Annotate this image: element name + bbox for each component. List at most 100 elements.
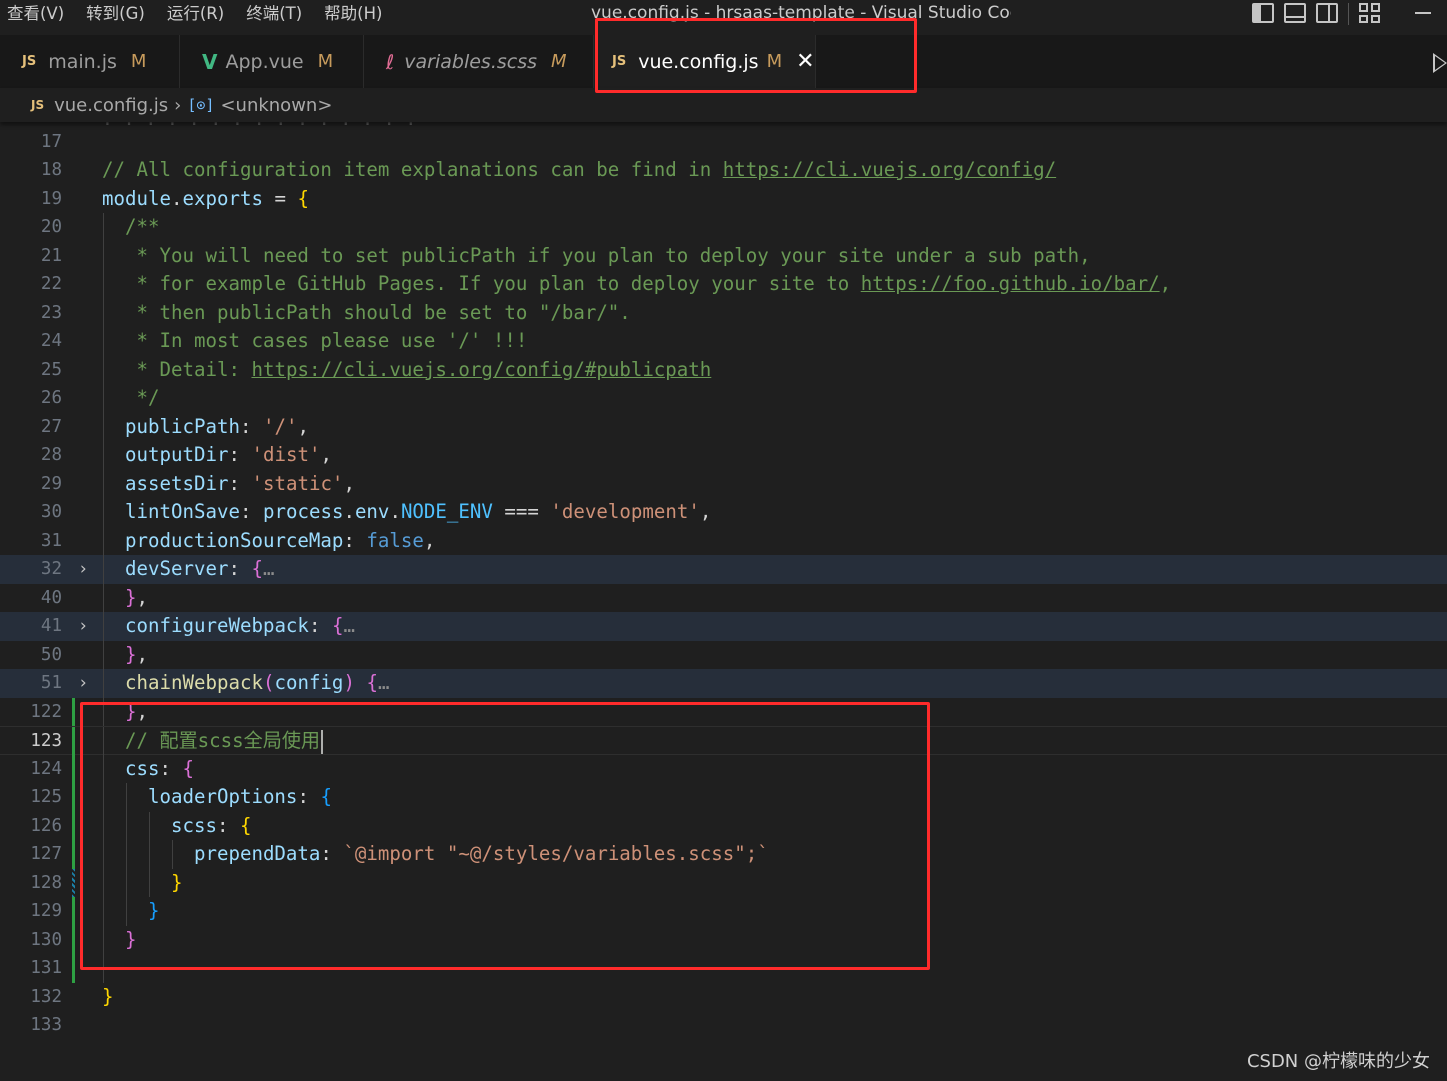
code-line[interactable]: 130 } (0, 925, 1447, 955)
toggle-primary-sidebar-icon[interactable] (1252, 3, 1274, 23)
git-change-bar[interactable] (72, 897, 75, 926)
code-text[interactable]: productionSourceMap: false, (102, 527, 435, 556)
minimize-icon[interactable] (1415, 12, 1431, 14)
code-text[interactable]: * then publicPath should be set to "/bar… (102, 299, 631, 328)
git-change-bar[interactable] (72, 754, 75, 783)
code-line[interactable]: 129 } (0, 897, 1447, 926)
code-text[interactable]: // 配置scss全局使用 (102, 727, 324, 756)
code-line[interactable]: 26 */ (0, 384, 1447, 413)
code-text[interactable]: lintOnSave: process.env.NODE_ENV === 'de… (102, 498, 711, 527)
git-change-bar[interactable] (72, 727, 75, 756)
code-line[interactable]: 128 } (0, 868, 1447, 898)
code-text[interactable]: }, (102, 698, 148, 727)
tab-main-js[interactable]: JS main.js M (0, 35, 180, 88)
code-line[interactable]: 125 loaderOptions: { (0, 783, 1447, 812)
code-line[interactable]: 22 * for example GitHub Pages. If you pl… (0, 270, 1447, 299)
code-text[interactable]: } (102, 897, 160, 926)
line-number: 32 (40, 559, 62, 579)
code-line[interactable]: 40 }, (0, 583, 1447, 613)
code-line[interactable]: 133 (0, 1011, 1447, 1040)
text-cursor (321, 729, 324, 754)
code-text[interactable]: // All configuration item explanations c… (102, 156, 1056, 185)
tab-variables-scss[interactable]: ℓ variables.scss M (364, 35, 594, 88)
code-text[interactable]: chainWebpack(config) {… (102, 669, 389, 698)
breadcrumb-file[interactable]: vue.config.js (54, 95, 168, 116)
code-line[interactable]: 18 // All configuration item explanations… (0, 156, 1447, 185)
code-text[interactable]: configureWebpack: {… (102, 612, 355, 641)
line-number: 28 (40, 445, 62, 465)
code-line[interactable]: 23 * then publicPath should be set to "/… (0, 298, 1447, 328)
code-line[interactable]: 127 prependData: `@import "~@/styles/var… (0, 840, 1447, 869)
modified-badge: M (130, 51, 147, 72)
code-text[interactable]: * for example GitHub Pages. If you plan … (102, 270, 1172, 299)
run-icon[interactable] (1433, 53, 1447, 73)
code-text[interactable]: * In most cases please use '/' !!! (102, 327, 528, 356)
code-text[interactable]: loaderOptions: { (102, 783, 332, 812)
code-line[interactable]: 132} (0, 983, 1447, 1012)
code-line[interactable]: 123 // 配置scss全局使用 (0, 726, 1447, 756)
code-line[interactable]: 29 assetsDir: 'static', (0, 469, 1447, 499)
tab-app-vue[interactable]: V App.vue M (180, 35, 364, 88)
toggle-secondary-sidebar-icon[interactable] (1316, 3, 1338, 23)
code-line[interactable]: 31 productionSourceMap: false, (0, 526, 1447, 556)
git-change-bar[interactable] (72, 783, 75, 812)
code-line[interactable]: 126 scss: { (0, 811, 1447, 841)
git-change-bar[interactable] (72, 811, 75, 840)
fold-chevron-icon[interactable]: › (78, 669, 88, 698)
code-text[interactable]: module.exports = { (102, 185, 309, 214)
toggle-panel-icon[interactable] (1284, 3, 1306, 23)
code-text[interactable]: * You will need to set publicPath if you… (102, 242, 1091, 271)
code-line[interactable]: 24 * In most cases please use '/' !!! (0, 327, 1447, 356)
breadcrumb-symbol[interactable]: <unknown> (220, 95, 332, 116)
menu-terminal[interactable]: 终端(T) (235, 0, 313, 28)
code-line[interactable]: 20 /** (0, 213, 1447, 242)
code-text[interactable]: css: { (102, 755, 194, 784)
code-text[interactable]: prependData: `@import "~@/styles/variabl… (102, 840, 769, 869)
code-line[interactable]: 19 module.exports = { (0, 185, 1447, 214)
code-text[interactable]: } (102, 869, 183, 898)
fold-chevron-icon[interactable]: › (78, 612, 88, 641)
code-line[interactable]: 131 (0, 954, 1447, 983)
customize-layout-icon[interactable] (1359, 3, 1381, 23)
modified-badge: M (317, 51, 334, 72)
code-text[interactable]: scss: { (102, 812, 251, 841)
code-line[interactable]: 25 * Detail: https://cli.vuejs.org/confi… (0, 355, 1447, 385)
code-line[interactable]: 21 * You will need to set publicPath if … (0, 241, 1447, 271)
code-line[interactable]: 50 }, (0, 640, 1447, 670)
code-line[interactable]: 30 lintOnSave: process.env.NODE_ENV === … (0, 498, 1447, 527)
code-text[interactable]: } (102, 983, 114, 1012)
code-line[interactable]: 17 (0, 128, 1447, 157)
code-text[interactable]: devServer: {… (102, 555, 274, 584)
menu-goto[interactable]: 转到(G) (75, 0, 156, 28)
code-line[interactable]: 28 outputDir: 'dist', (0, 441, 1447, 470)
line-number: 27 (40, 416, 62, 437)
menu-view[interactable]: 查看(V) (0, 0, 75, 28)
code-text[interactable]: outputDir: 'dist', (102, 441, 332, 470)
code-line[interactable]: 122 }, (0, 697, 1447, 727)
fold-chevron-icon[interactable]: › (78, 555, 88, 584)
git-change-bar[interactable] (72, 868, 75, 897)
code-text[interactable]: }, (102, 584, 148, 613)
git-change-bar[interactable] (72, 954, 75, 983)
code-editor[interactable]: · · · · · · · · · · · · · · · 1718// All… (0, 122, 1447, 1081)
code-text[interactable]: */ (102, 384, 160, 413)
code-text[interactable]: }, (102, 641, 148, 670)
code-text[interactable]: publicPath: '/', (102, 413, 309, 442)
git-change-bar[interactable] (72, 925, 75, 954)
code-line[interactable]: 41 › configureWebpack: {… (0, 612, 1447, 641)
code-text[interactable]: } (102, 926, 137, 955)
code-line[interactable]: 124 css: { (0, 754, 1447, 784)
code-text[interactable]: * Detail: https://cli.vuejs.org/config/#… (102, 356, 712, 385)
code-line[interactable]: 51 › chainWebpack(config) {… (0, 669, 1447, 698)
tab-vue-config-js[interactable]: JS vue.config.js M ✕ (594, 35, 816, 88)
tab-label: vue.config.js (638, 50, 759, 73)
menu-run[interactable]: 运行(R) (156, 0, 235, 28)
menu-help[interactable]: 帮助(H) (313, 0, 393, 28)
code-line[interactable]: 32 › devServer: {… (0, 555, 1447, 584)
code-line[interactable]: 27 publicPath: '/', (0, 412, 1447, 442)
close-tab-icon[interactable]: ✕ (796, 49, 814, 74)
git-change-bar[interactable] (72, 840, 75, 869)
code-text[interactable]: /** (102, 213, 160, 242)
code-text[interactable]: assetsDir: 'static', (102, 470, 355, 499)
git-change-bar[interactable] (72, 697, 75, 726)
